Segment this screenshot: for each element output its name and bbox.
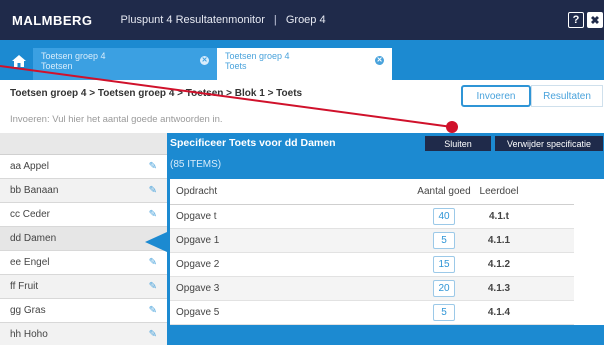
annotation-line	[0, 65, 453, 128]
annotation-overlay	[0, 65, 458, 133]
annotation-dot	[446, 121, 458, 133]
